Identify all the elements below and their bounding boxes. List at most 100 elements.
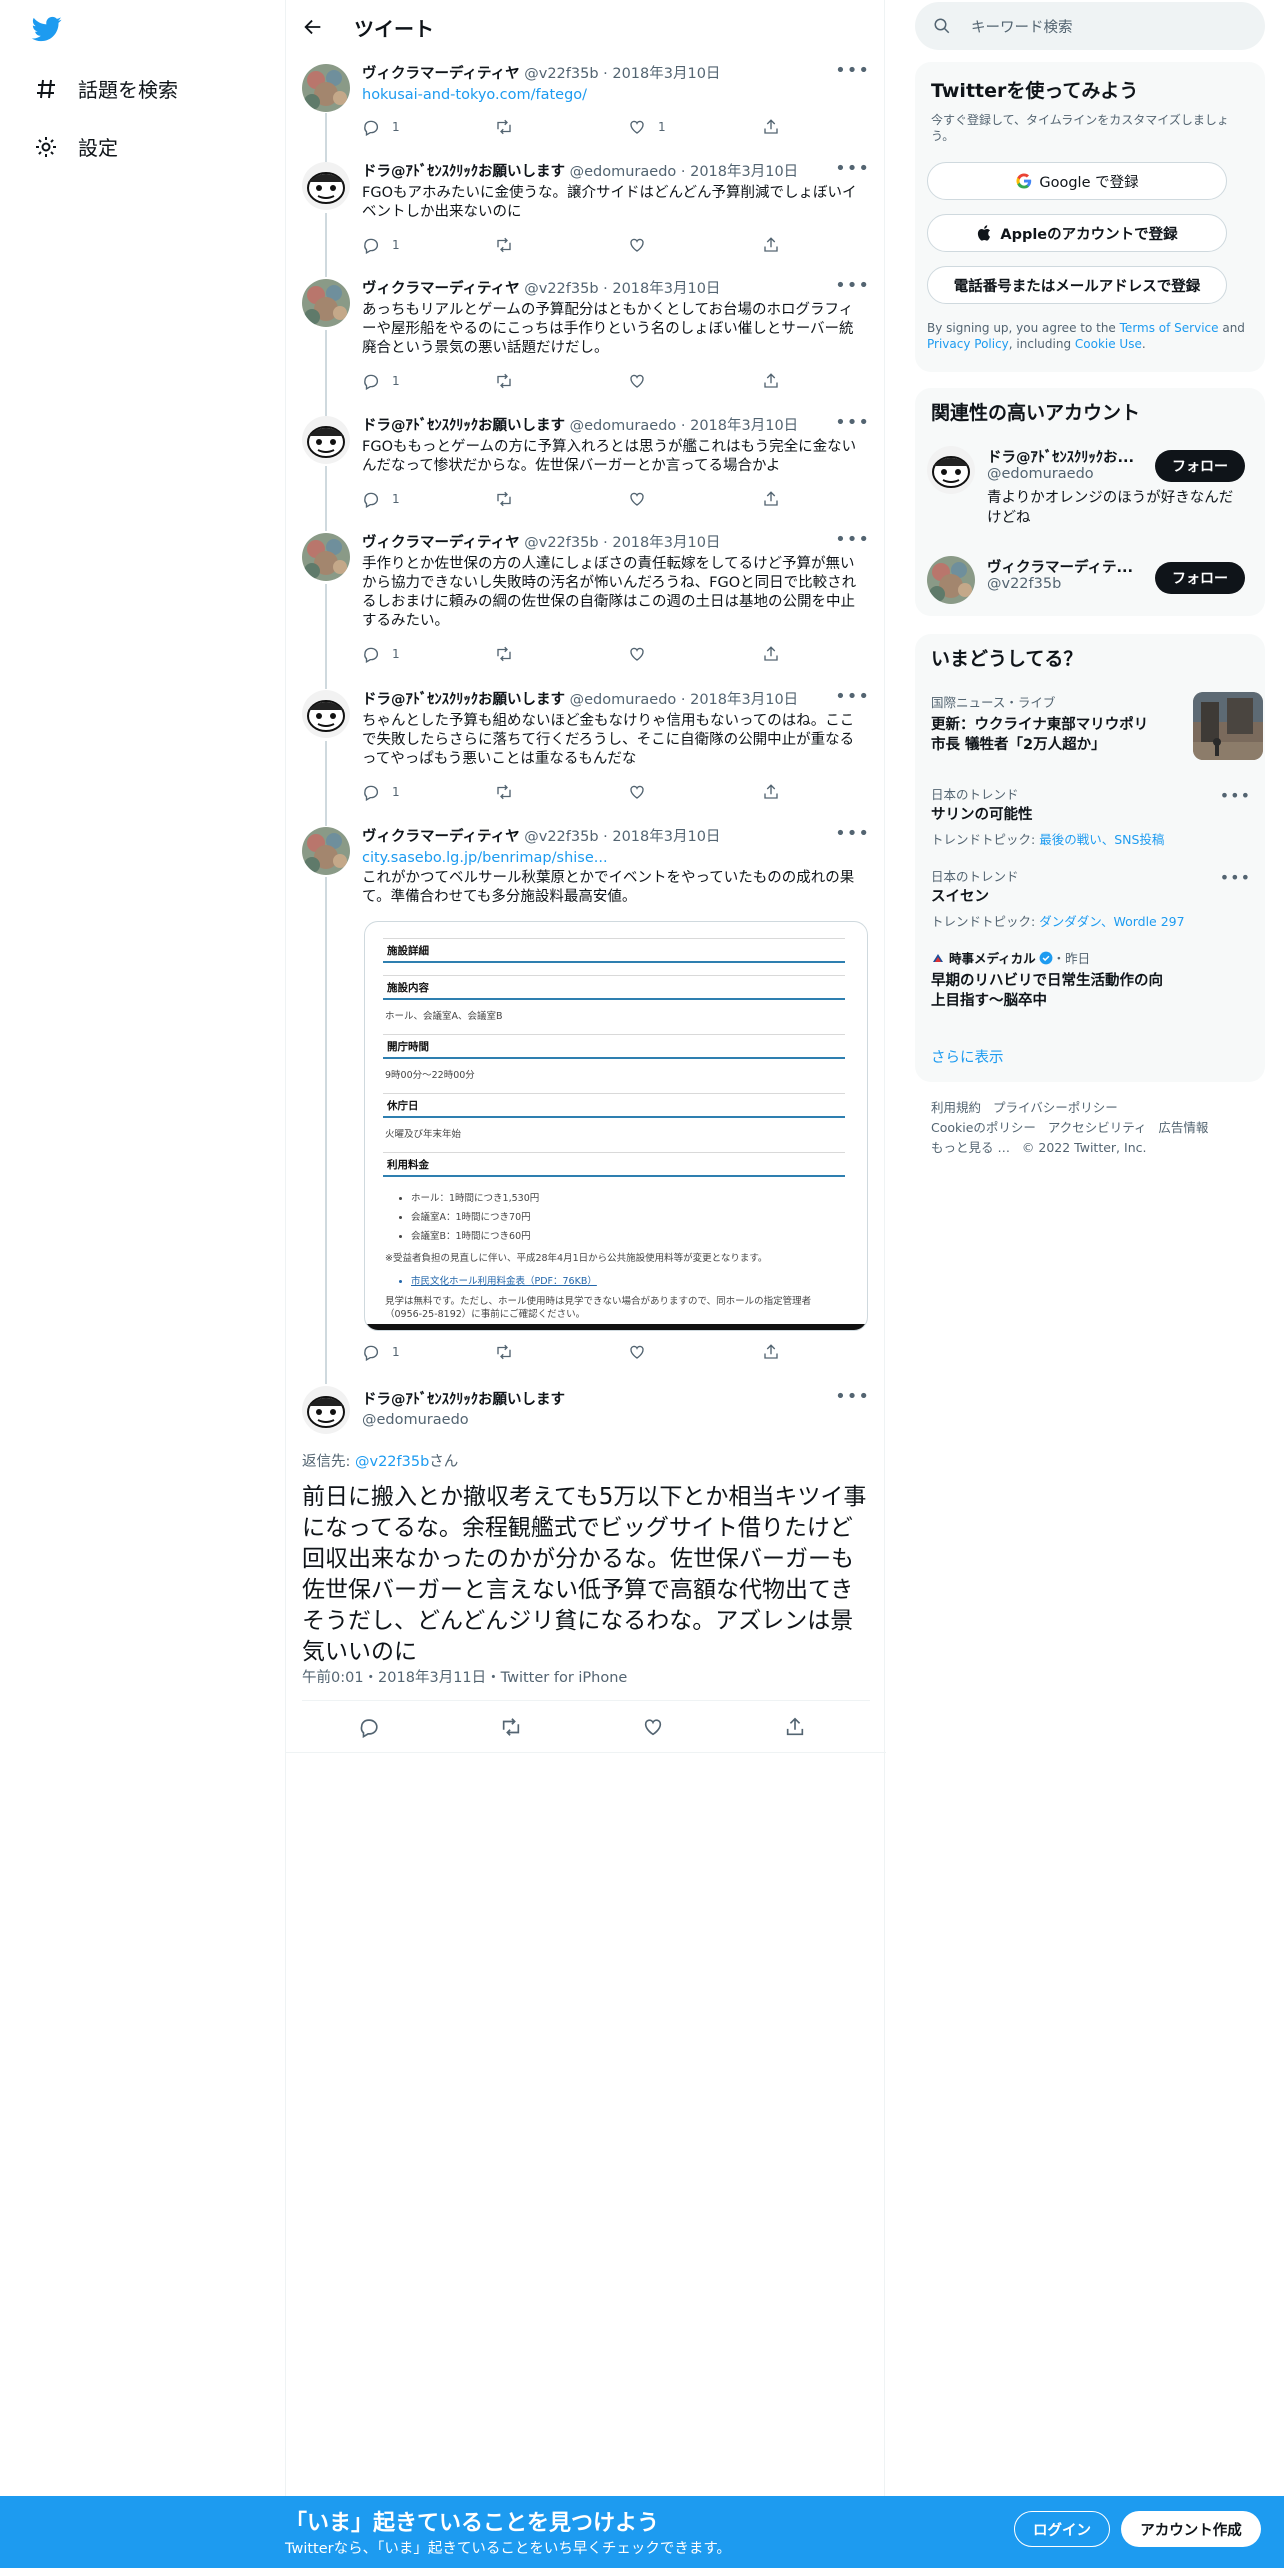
twitter-logo-icon[interactable]	[30, 14, 64, 44]
avatar[interactable]	[302, 64, 350, 112]
author-handle[interactable]: @edomuraedo	[570, 418, 677, 434]
author-name[interactable]: ヴィクラマーディティヤ	[362, 829, 520, 845]
more-icon[interactable]: •••	[835, 277, 870, 295]
tweet-image[interactable]: 施設詳細 施設内容 ホール、会議室A、会議室B 開庁時間 9時00分〜22時00…	[364, 921, 868, 1331]
author-name[interactable]: ヴィクラマーディティヤ	[362, 66, 520, 82]
author-handle[interactable]: @v22f35b	[524, 281, 598, 297]
retweet-button[interactable]	[495, 118, 525, 136]
author-handle[interactable]: @v22f35b	[524, 66, 598, 82]
follow-button[interactable]: フォロー	[1155, 562, 1245, 594]
tweet-timestamp[interactable]: 午前0:01・2018年3月11日・Twitter for iPhone	[302, 1666, 627, 1687]
like-button[interactable]: 1	[628, 118, 666, 136]
tweet-date[interactable]: 2018年3月10日	[690, 164, 798, 180]
author-name[interactable]: ドラ@ｱﾄﾞｾﾝｽｸﾘｯｸお願いします	[362, 1392, 565, 1408]
account-card[interactable]: ドラ@ｱﾄﾞｾﾝｽｸﾘｯｸお... @edomuraedo 青よりかオレンジのほ…	[927, 446, 1257, 536]
tweet-date[interactable]: 2018年3月10日	[690, 692, 798, 708]
tweet-link[interactable]: hokusai-and-tokyo.com/fatego/	[362, 87, 587, 103]
trend-item[interactable]: 日本のトレンド サリンの可能性 トレンドトピック: 最後の戦い、SNS投稿	[931, 784, 1251, 848]
apple-signup-button[interactable]: Appleのアカウントで登録	[927, 214, 1227, 252]
more-icon[interactable]: •••	[835, 414, 870, 432]
like-button[interactable]	[628, 645, 658, 663]
more-icon[interactable]: •••	[835, 531, 870, 549]
reply-button[interactable]: 1	[362, 1343, 400, 1361]
retweet-button[interactable]	[495, 490, 525, 508]
avatar[interactable]	[302, 416, 350, 464]
footer-link[interactable]: Cookieのポリシー	[931, 1120, 1036, 1135]
reply-button[interactable]: 1	[362, 118, 400, 136]
trend-item[interactable]: 日本のトレンド スイセン トレンドトピック: ダンダダン、Wordle 297	[931, 866, 1251, 930]
footer-link[interactable]: アクセシビリティ	[1048, 1120, 1147, 1135]
footer-link[interactable]: 利用規約	[931, 1100, 981, 1115]
account-name[interactable]: ヴィクラマーディテ...	[987, 556, 1147, 577]
share-button[interactable]	[762, 783, 792, 801]
trend-topics[interactable]: 最後の戦い、SNS投稿	[1039, 832, 1164, 847]
more-icon[interactable]: •••	[835, 62, 870, 80]
footer-link[interactable]: プライバシーポリシー	[993, 1100, 1118, 1115]
author-name[interactable]: ヴィクラマーディティヤ	[362, 535, 520, 551]
more-icon[interactable]: •••	[1220, 868, 1251, 887]
nav-settings[interactable]: 設定	[34, 132, 118, 161]
retweet-button[interactable]	[495, 783, 525, 801]
share-button[interactable]	[762, 490, 792, 508]
avatar[interactable]	[302, 162, 350, 210]
share-button[interactable]	[762, 1343, 792, 1361]
tweet-date[interactable]: 2018年3月10日	[612, 66, 720, 82]
tweet-date[interactable]: 2018年3月10日	[612, 829, 720, 845]
retweet-button[interactable]	[500, 1716, 534, 1738]
avatar[interactable]	[927, 446, 975, 494]
avatar[interactable]	[302, 279, 350, 327]
reply-button[interactable]: 1	[362, 236, 400, 254]
author-handle[interactable]: @edomuraedo	[570, 692, 677, 708]
like-button[interactable]	[628, 236, 658, 254]
search-input[interactable]: キーワード検索	[915, 2, 1265, 50]
tweet-date[interactable]: 2018年3月10日	[690, 418, 798, 434]
reply-button[interactable]: 1	[362, 783, 400, 801]
phone-signup-button[interactable]: 電話番号またはメールアドレスで登録	[927, 266, 1227, 304]
trend-item[interactable]: 時事メディカル ・昨日 早期のリハビリで日常生活動作の向上目指す～脳卒中	[931, 948, 1251, 1011]
avatar[interactable]	[302, 827, 350, 875]
trend-topics[interactable]: ダンダダン、Wordle 297	[1039, 914, 1184, 929]
avatar[interactable]	[302, 690, 350, 738]
author-handle[interactable]: @edomuraedo	[570, 164, 677, 180]
author-handle[interactable]: @v22f35b	[524, 829, 598, 845]
avatar[interactable]	[927, 556, 975, 604]
reply-button[interactable]: 1	[362, 372, 400, 390]
share-button[interactable]	[784, 1716, 818, 1738]
tweet-link[interactable]: city.sasebo.lg.jp/benrimap/shise...	[362, 850, 608, 866]
like-button[interactable]	[642, 1716, 676, 1738]
like-button[interactable]	[628, 783, 658, 801]
like-button[interactable]	[628, 372, 658, 390]
account-card[interactable]: ヴィクラマーディテ... @v22f35b フォロー	[927, 556, 1257, 606]
more-icon[interactable]: •••	[835, 825, 870, 843]
privacy-link[interactable]: Privacy Policy	[927, 337, 1009, 351]
back-arrow-icon[interactable]	[302, 16, 324, 38]
more-icon[interactable]: •••	[835, 1388, 870, 1406]
create-account-button[interactable]: アカウント作成	[1121, 2511, 1261, 2547]
nav-explore[interactable]: 話題を検索	[34, 74, 178, 103]
retweet-button[interactable]	[495, 1343, 525, 1361]
author-name[interactable]: ヴィクラマーディティヤ	[362, 281, 520, 297]
share-button[interactable]	[762, 236, 792, 254]
login-button[interactable]: ログイン	[1014, 2511, 1110, 2547]
avatar[interactable]	[302, 533, 350, 581]
reply-button[interactable]: 1	[362, 645, 400, 663]
share-button[interactable]	[762, 372, 792, 390]
author-handle[interactable]: @v22f35b	[524, 535, 598, 551]
avatar[interactable]	[302, 1386, 350, 1434]
like-button[interactable]	[628, 1343, 658, 1361]
share-button[interactable]	[762, 118, 792, 136]
tweet-date[interactable]: 2018年3月10日	[612, 535, 720, 551]
author-name[interactable]: ドラ@ｱﾄﾞｾﾝｽｸﾘｯｸお願いします	[362, 418, 565, 434]
like-button[interactable]	[628, 490, 658, 508]
google-signup-button[interactable]: Google で登録	[927, 162, 1227, 200]
share-button[interactable]	[762, 645, 792, 663]
footer-link[interactable]: もっと見る …	[931, 1140, 1010, 1155]
reply-to-handle[interactable]: @v22f35b	[355, 1454, 429, 1470]
retweet-button[interactable]	[495, 236, 525, 254]
author-name[interactable]: ドラ@ｱﾄﾞｾﾝｽｸﾘｯｸお願いします	[362, 692, 565, 708]
account-name[interactable]: ドラ@ｱﾄﾞｾﾝｽｸﾘｯｸお...	[987, 446, 1147, 467]
show-more-link[interactable]: さらに表示	[931, 1046, 1004, 1067]
trend-item[interactable]: 国際ニュース・ライブ 更新：ウクライナ東部マリウポリ市長 犠牲者「2万人超か」	[931, 692, 1263, 760]
more-icon[interactable]: •••	[835, 688, 870, 706]
reply-button[interactable]: 1	[362, 490, 400, 508]
